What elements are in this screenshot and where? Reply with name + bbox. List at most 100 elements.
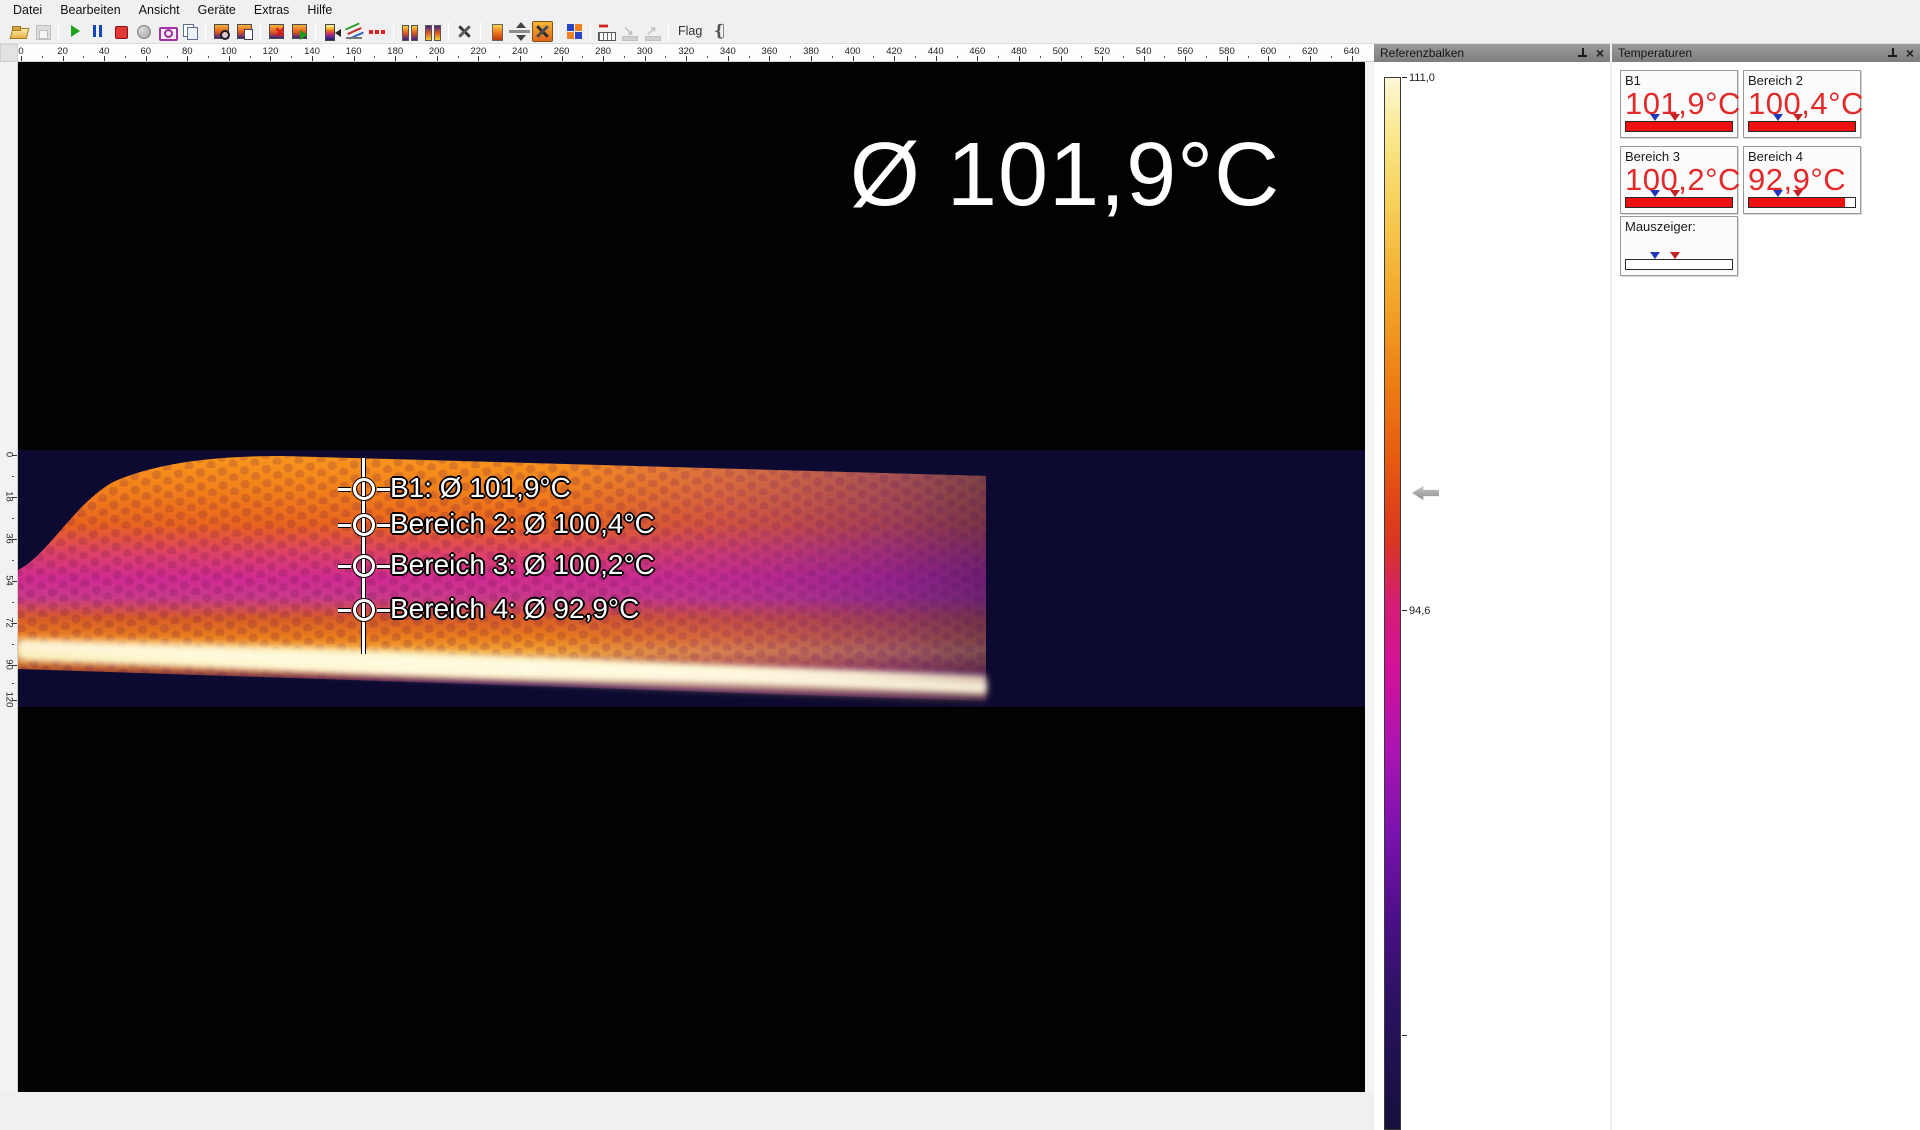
record-icon[interactable] (133, 21, 154, 42)
v-ruler-tick (12, 665, 17, 666)
win-search-icon[interactable] (211, 21, 232, 42)
h-ruler-tick (104, 56, 105, 61)
tools-icon[interactable] (454, 21, 475, 42)
h-ruler-tick (1310, 56, 1311, 61)
measure-point-label: Bereich 2: Ø 100,4°C (390, 508, 655, 540)
autoscale-icon[interactable] (509, 21, 530, 42)
pause-icon[interactable] (87, 21, 108, 42)
scale-max-label: 111,0 (1409, 72, 1435, 84)
v-ruler-tick (12, 497, 17, 498)
h-ruler-tick (1102, 56, 1103, 61)
blue-threshold-marker[interactable] (1650, 114, 1660, 121)
reference-color-scale[interactable] (1384, 77, 1401, 1130)
play-icon[interactable] (64, 21, 85, 42)
send-down-icon (619, 21, 640, 42)
red-threshold-marker[interactable] (1670, 252, 1680, 259)
menu-item-extras[interactable]: Extras (245, 1, 298, 19)
range-minus-icon[interactable] (422, 21, 443, 42)
marker-left-tick (338, 524, 351, 527)
toolbar-separator (448, 22, 449, 40)
menu-item-bearbeiten[interactable]: Bearbeiten (51, 1, 129, 19)
h-ruler-tick (270, 56, 271, 61)
marker-left-tick (338, 609, 351, 612)
menu-item-ansicht[interactable]: Ansicht (130, 1, 189, 19)
h-ruler-tick (395, 56, 396, 61)
tile-bar-fill (1749, 198, 1845, 207)
measure-point-marker[interactable] (353, 555, 375, 577)
scale-pointer-arrow[interactable] (1412, 486, 1439, 500)
h-ruler-tick (1227, 56, 1228, 61)
h-ruler-tick (686, 56, 687, 61)
blue-threshold-marker[interactable] (1773, 114, 1783, 121)
camera-icon[interactable] (156, 21, 177, 42)
h-ruler-minor-tick (291, 56, 292, 58)
red-threshold-marker[interactable] (1670, 190, 1680, 197)
stop-icon[interactable] (110, 21, 131, 42)
h-ruler-minor-tick (749, 56, 750, 58)
h-ruler-minor-tick (790, 56, 791, 58)
red-threshold-marker[interactable] (1793, 114, 1803, 121)
temperature-tile-b1[interactable]: B1101,9°C (1620, 70, 1738, 138)
menu-item-geräte[interactable]: Geräte (189, 1, 245, 19)
blue-threshold-marker[interactable] (1650, 190, 1660, 197)
h-ruler-minor-tick (1331, 56, 1332, 58)
h-ruler-minor-tick (167, 56, 168, 58)
temperatures-panel-header[interactable]: Temperaturen × (1612, 44, 1920, 62)
colorbar-icon[interactable] (486, 21, 507, 42)
v-ruler-minor-tick (12, 560, 14, 561)
toolbar-separator (315, 22, 316, 40)
close-icon[interactable]: × (1596, 47, 1604, 59)
menu-item-hilfe[interactable]: Hilfe (298, 1, 341, 19)
win-copy-icon[interactable] (234, 21, 255, 42)
toolbar-separator (558, 22, 559, 40)
h-ruler-minor-tick (499, 56, 500, 58)
flag-label: Flag (678, 24, 702, 38)
marker-right-tick (377, 488, 390, 491)
measurement-overlay: B1: Ø 101,9°CBereich 2: Ø 100,4°CBereich… (18, 62, 1365, 1092)
range-plus-icon[interactable] (399, 21, 420, 42)
h-ruler-tick (478, 56, 479, 61)
copy-icon[interactable] (179, 21, 200, 42)
tools-orange-icon[interactable] (532, 21, 553, 42)
h-ruler-tick (728, 56, 729, 61)
h-ruler-minor-tick (707, 56, 708, 58)
temperatures-panel-title: Temperaturen (1618, 46, 1887, 60)
measure-point-marker[interactable] (353, 478, 375, 500)
pin-icon[interactable] (1577, 47, 1588, 60)
temperature-tile-bereich-2[interactable]: Bereich 2100,4°C (1743, 70, 1861, 138)
red-threshold-marker[interactable] (1670, 114, 1680, 121)
brace-icon[interactable] (710, 21, 726, 42)
close-icon[interactable]: × (1906, 47, 1914, 59)
thermal-viewer: 0204060801001201401601802002202402602803… (0, 44, 1374, 1092)
blue-threshold-marker[interactable] (1773, 190, 1783, 197)
folder-open-icon[interactable] (9, 21, 30, 42)
temperature-tile-bereich-4[interactable]: Bereich 492,9°C (1743, 146, 1861, 214)
temperature-tile-bereich-3[interactable]: Bereich 3100,2°C (1620, 146, 1738, 214)
mosaic-icon[interactable] (564, 21, 585, 42)
curves-icon[interactable] (344, 21, 365, 42)
h-ruler-minor-tick (83, 56, 84, 58)
win-export-icon[interactable] (289, 21, 310, 42)
h-ruler-minor-tick (1289, 56, 1290, 58)
send-up-icon (642, 21, 663, 42)
pin-icon[interactable] (1887, 47, 1898, 60)
isotherm-icon[interactable] (367, 21, 388, 42)
reference-bar-panel-header[interactable]: Referenzbalken × (1374, 44, 1610, 62)
ruler-corner (0, 44, 18, 62)
measure-point-marker[interactable] (353, 599, 375, 621)
measure-icon[interactable] (596, 21, 617, 42)
thermal-image-canvas[interactable]: Ø 101,9°C B1: Ø 101,9°CBereich 2: Ø 100,… (18, 62, 1365, 1092)
v-ruler-minor-tick (12, 518, 14, 519)
mouse-pointer-tile[interactable]: Mauszeiger: (1620, 216, 1738, 276)
measure-point-marker[interactable] (353, 514, 375, 536)
win-close-icon[interactable] (266, 21, 287, 42)
measure-point-label: Bereich 4: Ø 92,9°C (390, 593, 639, 625)
h-ruler-tick (437, 56, 438, 61)
blue-threshold-marker[interactable] (1650, 252, 1660, 259)
palette-icon[interactable] (321, 21, 342, 42)
h-ruler-minor-tick (250, 56, 251, 58)
menu-item-datei[interactable]: Datei (4, 1, 51, 19)
h-ruler-minor-tick (416, 56, 417, 58)
tile-temperature-bar (1748, 197, 1856, 208)
red-threshold-marker[interactable] (1793, 190, 1803, 197)
